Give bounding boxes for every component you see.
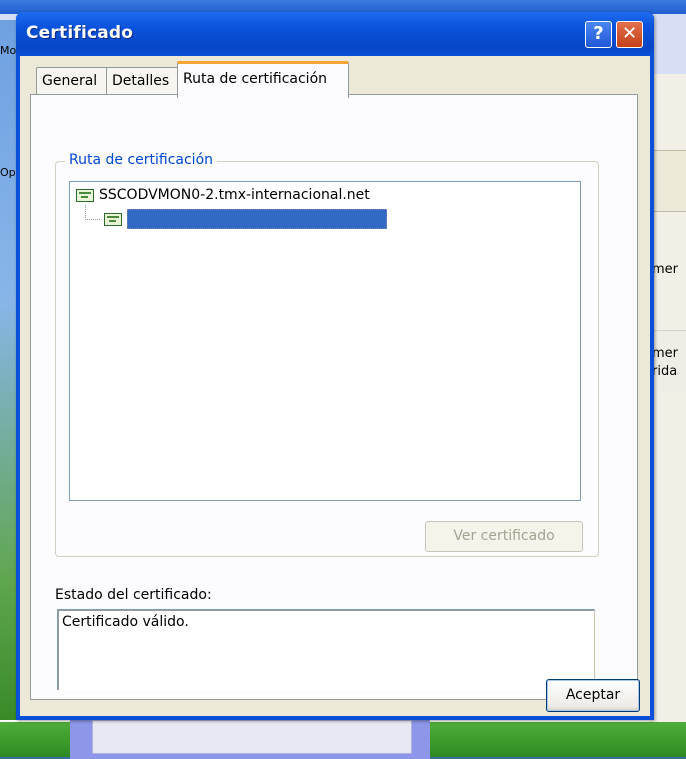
certification-path-tree[interactable]: SSCODVMON0-2.tmx-internacional.net — [69, 181, 581, 501]
dialog-title: Certificado — [26, 23, 134, 43]
background-panel-inner — [92, 720, 412, 754]
tab-detalles[interactable]: Detalles — [106, 67, 180, 95]
dialog-titlebar[interactable]: Certificado ? ✕ — [16, 12, 654, 56]
tree-item-selection-highlight — [127, 209, 387, 229]
tab-panel: Ruta de certificación SSCODVMON0-2.tmx-i… — [30, 94, 638, 700]
accept-button[interactable]: Aceptar — [546, 679, 640, 712]
tree-item-selected[interactable] — [104, 209, 387, 229]
tree-item[interactable]: SSCODVMON0-2.tmx-internacional.net — [76, 185, 370, 205]
close-icon: ✕ — [621, 23, 638, 44]
background-text: mer — [652, 262, 679, 277]
background-text: mer — [652, 346, 679, 361]
certificate-icon — [76, 188, 94, 202]
tree-item-label: SSCODVMON0-2.tmx-internacional.net — [99, 187, 370, 203]
background-text: Op — [0, 166, 16, 179]
help-button[interactable]: ? — [585, 21, 612, 48]
view-certificate-button[interactable]: Ver certificado — [425, 521, 583, 552]
certificate-dialog: Certificado ? ✕ General Detalles Ruta de… — [16, 12, 654, 720]
close-button[interactable]: ✕ — [616, 21, 643, 48]
certificate-status-text: Certificado válido. — [62, 614, 189, 630]
certificate-status-label: Estado del certificado: — [55, 587, 212, 603]
certification-path-label: Ruta de certificación — [65, 152, 218, 168]
tree-connector-line — [85, 205, 100, 220]
dialog-client-area: General Detalles Ruta de certificación R… — [20, 56, 650, 716]
background-text: Mo — [0, 44, 17, 57]
tab-general[interactable]: General — [36, 67, 108, 95]
tab-ruta-de-certificacion[interactable]: Ruta de certificación — [177, 61, 349, 98]
background-right-strip — [650, 150, 686, 212]
certificate-icon — [104, 212, 122, 226]
certificate-status-box[interactable]: Certificado válido. — [57, 609, 595, 690]
background-text: rida — [652, 364, 678, 379]
